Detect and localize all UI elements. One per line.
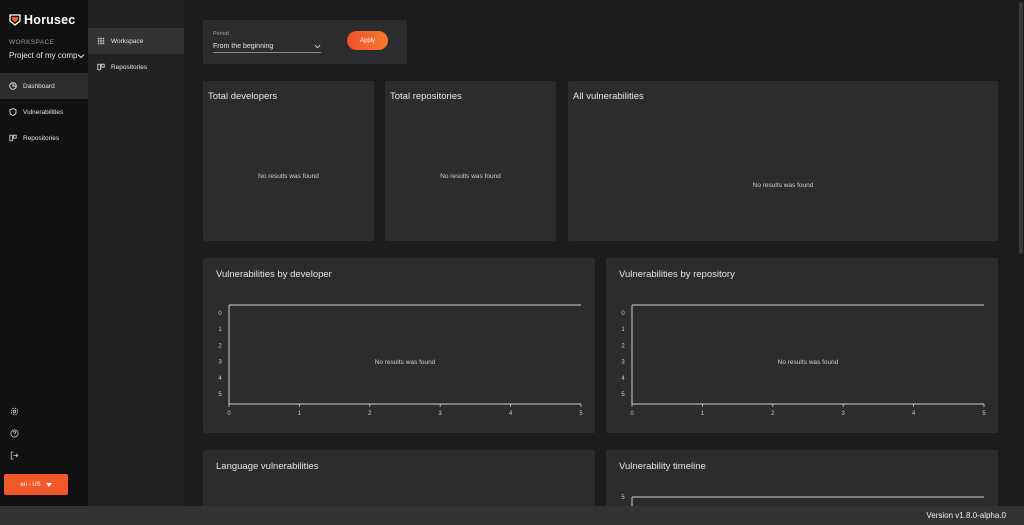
x-tick-label: 4	[912, 411, 916, 417]
x-tick-label: 1	[298, 411, 302, 417]
horusec-logo-icon	[9, 14, 21, 26]
card-title: Total repositories	[390, 91, 462, 102]
y-tick-label: 3	[218, 360, 222, 366]
sidebar-bottom-icons	[10, 407, 19, 460]
chevron-down-icon	[77, 53, 85, 58]
period-select-value: From the beginning	[213, 43, 274, 50]
x-tick-label: 2	[771, 411, 775, 417]
repositories-icon	[97, 63, 105, 71]
chart-plot: 0 1 2 3 4 5 0 1 2 3 4 5 No results was found	[218, 304, 583, 417]
card-total-developers: Total developers No results was found	[203, 81, 374, 241]
empty-message: No results was found	[258, 173, 319, 180]
chevron-down-icon	[314, 44, 321, 49]
x-tick-label: 2	[368, 411, 372, 417]
workspace-label: WORKSPACE	[9, 39, 55, 46]
app-logo[interactable]: Horusec	[9, 13, 75, 27]
period-label: Period	[213, 31, 229, 37]
main-content: Period From the beginning Apply Total de…	[184, 0, 1018, 506]
subnav-item-label: Workspace	[111, 37, 144, 45]
nav-item-repositories[interactable]: Repositories	[0, 125, 88, 151]
empty-message: No results was found	[440, 173, 501, 180]
subnav-item-workspace[interactable]: Workspace	[88, 28, 184, 54]
y-tick-label: 0	[621, 311, 625, 317]
x-tick-label: 1	[701, 411, 705, 417]
nav-item-vulnerabilities[interactable]: Vulnerabilities	[0, 99, 88, 125]
main-nav: Dashboard Vulnerabilities Repositories	[0, 73, 88, 151]
empty-message: No results was found	[752, 182, 814, 189]
shield-icon	[9, 108, 17, 116]
empty-message: No results was found	[375, 359, 436, 366]
x-tick-label: 5	[579, 411, 583, 417]
y-tick-label: 1	[621, 327, 625, 333]
nav-item-label: Vulnerabilities	[23, 108, 64, 116]
apply-button[interactable]: Apply	[347, 31, 388, 50]
x-tick-label: 5	[982, 411, 986, 417]
app-name: Horusec	[24, 13, 76, 27]
nav-item-dashboard[interactable]: Dashboard	[0, 73, 88, 99]
y-tick-label: 2	[621, 343, 625, 349]
x-tick-label: 3	[439, 411, 443, 417]
y-tick-label: 1	[218, 327, 222, 333]
sidebar: Horusec WORKSPACE Project of my company …	[0, 0, 88, 506]
gear-icon[interactable]	[10, 407, 19, 416]
y-tick-label: 3	[621, 360, 625, 366]
filter-panel: Period From the beginning Apply	[203, 20, 407, 64]
subnav-item-label: Repositories	[111, 63, 148, 71]
version-label: Version v1.8.0-alpha.0	[926, 511, 1006, 520]
scrollbar-thumb[interactable]	[1019, 2, 1023, 254]
chart-plot: 5	[621, 495, 984, 506]
chart-plot: 0 1 2 3 4 5 0 1 2 3 4 5 No results was found	[621, 304, 986, 417]
period-select[interactable]: From the beginning	[213, 41, 321, 53]
nav-item-label: Repositories	[23, 134, 60, 142]
chart-vulnerabilities-by-developer: Vulnerabilities by developer 01234501234…	[203, 258, 595, 433]
y-tick-label: 4	[621, 376, 625, 382]
empty-message: No results was found	[778, 359, 839, 366]
card-all-vulnerabilities: All vulnerabilities No results was found	[568, 81, 998, 241]
y-tick-label: 0	[218, 311, 222, 317]
language-button[interactable]: en - US	[4, 474, 68, 495]
y-tick-label: 4	[218, 376, 222, 382]
chart-vulnerability-timeline: Vulnerability timeline 5	[606, 450, 998, 506]
card-language-vulnerabilities: Language vulnerabilities	[203, 450, 595, 506]
workspace-select-value: Project of my company	[9, 51, 77, 60]
card-title: Total developers	[208, 91, 278, 102]
logout-icon[interactable]	[10, 451, 19, 460]
help-icon[interactable]	[10, 429, 19, 438]
x-tick-label: 0	[227, 411, 231, 417]
status-bar: Version v1.8.0-alpha.0	[0, 506, 1024, 525]
main-scrollbar[interactable]	[1018, 0, 1024, 506]
y-tick-label: 5	[218, 392, 222, 398]
x-tick-label: 0	[630, 411, 634, 417]
subnav-item-repositories[interactable]: Repositories	[88, 54, 184, 80]
y-tick-label: 5	[621, 392, 625, 398]
card-total-repositories: Total repositories No results was found	[385, 81, 556, 241]
chart-vulnerabilities-by-repository: Vulnerabilities by repository 0123450123…	[606, 258, 998, 433]
caret-down-icon	[45, 482, 52, 487]
x-tick-label: 3	[842, 411, 846, 417]
workspace-select[interactable]: Project of my company	[9, 51, 85, 60]
repositories-icon	[9, 134, 17, 142]
y-tick-label: 2	[218, 343, 222, 349]
sub-sidebar: Workspace Repositories	[88, 0, 184, 506]
language-label: en - US	[20, 481, 41, 488]
x-tick-label: 4	[509, 411, 513, 417]
card-title: Language vulnerabilities	[216, 461, 319, 472]
y-tick-label: 5	[621, 495, 625, 501]
dashboard-icon	[9, 82, 17, 90]
nav-item-label: Dashboard	[23, 82, 55, 90]
grid-icon	[97, 37, 105, 45]
card-title: All vulnerabilities	[573, 91, 644, 102]
